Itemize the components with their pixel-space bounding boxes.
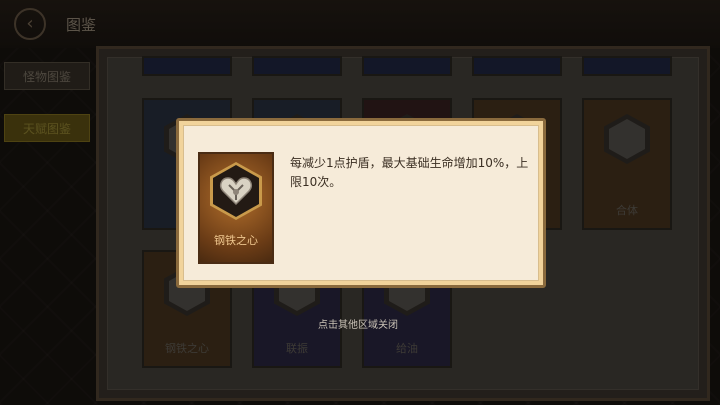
tooltip-card-label: 钢铁之心 bbox=[214, 234, 258, 247]
close-hint: 点击其他区域关闭 bbox=[318, 320, 398, 331]
talent-tooltip: 钢铁之心 每减少1点护盾，最大基础生命增加10%，上限10次。 bbox=[176, 118, 546, 288]
tooltip-card: 钢铁之心 bbox=[198, 152, 274, 264]
steel-heart-icon bbox=[210, 162, 262, 220]
tooltip-body: 钢铁之心 每减少1点护盾，最大基础生命增加10%，上限10次。 bbox=[183, 125, 539, 281]
tooltip-description: 每减少1点护盾，最大基础生命增加10%，上限10次。 bbox=[290, 156, 529, 189]
